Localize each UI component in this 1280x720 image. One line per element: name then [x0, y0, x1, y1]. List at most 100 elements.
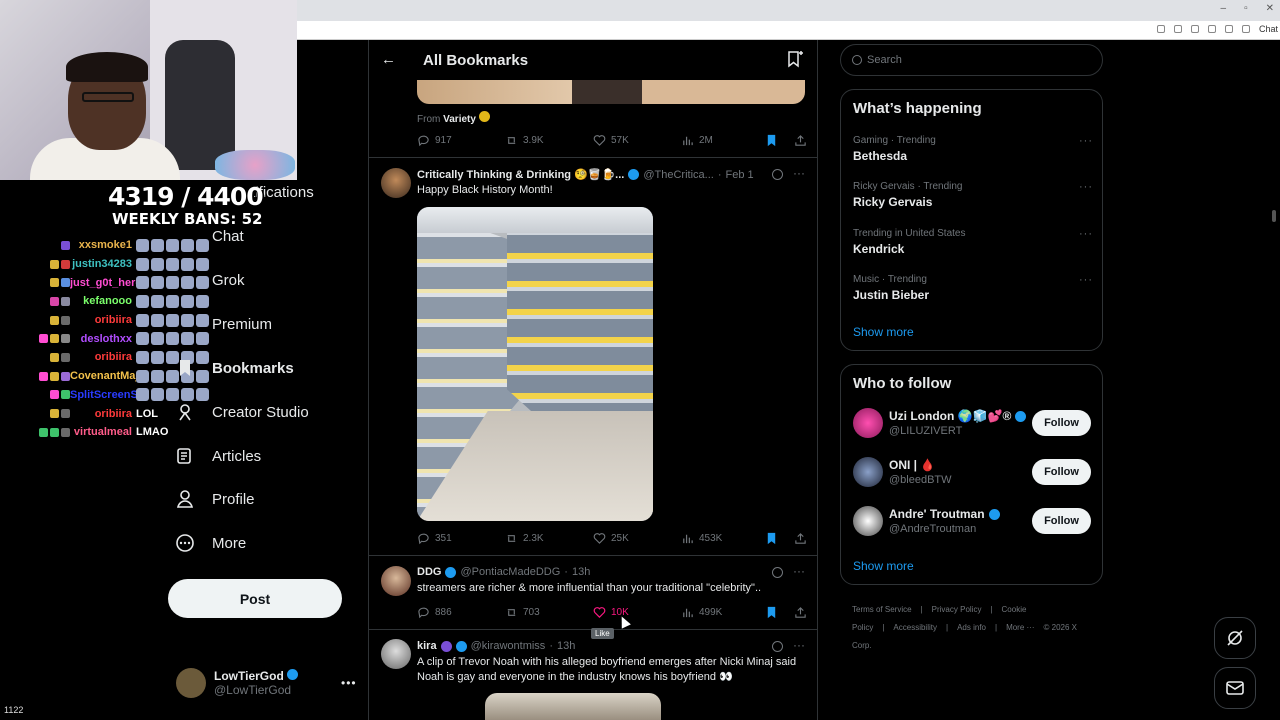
grok-icon[interactable] — [772, 641, 783, 652]
account-more-icon[interactable]: ••• — [341, 676, 357, 690]
chat-badge-icon — [61, 390, 70, 400]
from-name[interactable]: Variety — [443, 114, 476, 125]
window-controls[interactable]: – ▫ ✕ — [1221, 3, 1275, 14]
affiliate-badge-icon — [440, 640, 452, 652]
follow-suggestion[interactable]: Andre' Troutman @AndreTroutman Follow — [853, 506, 1093, 538]
share-icon[interactable] — [794, 606, 807, 619]
chat-emote-icon — [136, 294, 149, 308]
bookmark-filled-icon[interactable] — [765, 134, 778, 147]
views-button[interactable]: 453K — [681, 532, 769, 545]
scrollbar-thumb[interactable] — [1272, 210, 1276, 222]
tweet-image[interactable] — [417, 207, 653, 521]
sub-goal-counter: 4319 / 4400 — [108, 182, 264, 211]
extension-icon[interactable] — [1157, 25, 1165, 33]
avatar[interactable] — [853, 506, 883, 536]
share-icon[interactable] — [794, 134, 807, 147]
zoom-icon[interactable] — [1174, 25, 1182, 33]
nav-creator-studio[interactable]: Creator Studio — [175, 402, 309, 422]
star-icon[interactable] — [1208, 25, 1216, 33]
search-input[interactable]: Search — [840, 44, 1103, 76]
trend-item[interactable]: Music · Trending Justin Bieber ··· — [853, 274, 1093, 302]
address-bar[interactable]: Chat — [297, 21, 1280, 40]
account-switcher[interactable]: LowTierGod @LowTierGod — [176, 668, 356, 698]
share-icon[interactable] — [794, 532, 807, 545]
reply-button[interactable]: 917 — [417, 134, 505, 147]
avatar[interactable] — [381, 168, 411, 198]
share-icon[interactable] — [1191, 25, 1199, 33]
tweet-separator: · — [717, 168, 722, 181]
footer-link[interactable]: Terms of Service — [852, 605, 912, 614]
repost-icon — [507, 534, 516, 542]
browser-toolbar-icons[interactable] — [1157, 25, 1250, 33]
previous-tweet-media[interactable] — [417, 80, 805, 104]
tweet-more-icon[interactable]: ··· — [793, 166, 805, 180]
repost-button[interactable]: 703 — [505, 606, 593, 619]
grok-icon[interactable] — [772, 169, 783, 180]
follow-button[interactable]: Follow — [1032, 508, 1091, 534]
footer-link[interactable]: More ··· — [1006, 623, 1034, 632]
trend-item[interactable]: Gaming · Trending Bethesda ··· — [853, 135, 1093, 163]
tweet-more-icon[interactable]: ··· — [793, 638, 805, 652]
trend-item[interactable]: Ricky Gervais · Trending Ricky Gervais ··· — [853, 181, 1093, 209]
minimize-icon[interactable]: – — [1221, 3, 1227, 14]
trend-more-icon[interactable]: ··· — [1079, 228, 1093, 240]
tweet-author-handle[interactable]: @kirawontmiss — [471, 640, 546, 652]
reload-icon[interactable] — [1225, 25, 1233, 33]
reply-count: 351 — [435, 532, 452, 544]
follow-button[interactable]: Follow — [1032, 410, 1091, 436]
follow-suggestion[interactable]: ONI | 🩸 @bleedBTW Follow — [853, 457, 1093, 489]
trend-more-icon[interactable]: ··· — [1079, 181, 1093, 193]
tweet-time[interactable]: Feb 1 — [725, 169, 753, 181]
menu-icon[interactable] — [1242, 25, 1250, 33]
grok-icon[interactable] — [772, 567, 783, 578]
tweet-author-handle[interactable]: @TheCritica... — [643, 169, 713, 181]
like-button[interactable]: 57K — [593, 134, 681, 147]
reply-button[interactable]: 351 — [417, 532, 505, 545]
trend-item[interactable]: Trending in United States Kendrick ··· — [853, 228, 1093, 256]
tweet-author-handle[interactable]: @PontiacMadeDDG — [460, 566, 560, 578]
repost-button[interactable]: 2.3K — [505, 532, 593, 545]
tweet-more-icon[interactable]: ··· — [793, 564, 805, 578]
trend-more-icon[interactable]: ··· — [1079, 135, 1093, 147]
nav-profile[interactable]: Profile — [175, 489, 255, 509]
avatar[interactable] — [853, 457, 883, 487]
footer-link[interactable]: Accessibility — [893, 623, 937, 632]
like-button[interactable]: 10K — [593, 606, 681, 619]
avatar[interactable] — [853, 408, 883, 438]
nav-bookmarks[interactable]: Bookmarks — [175, 358, 294, 378]
browser-chat-button[interactable]: Chat — [1259, 24, 1278, 34]
chat-emote-icon — [196, 313, 209, 327]
bookmark-filled-icon[interactable] — [765, 532, 778, 545]
follow-show-more-link[interactable]: Show more — [853, 559, 914, 573]
follow-button[interactable]: Follow — [1032, 459, 1091, 485]
trends-show-more-link[interactable]: Show more — [853, 325, 914, 339]
tweet-time[interactable]: 13h — [572, 566, 590, 578]
back-arrow-icon[interactable]: ← — [381, 51, 396, 68]
bookmark-filled-icon[interactable] — [765, 606, 778, 619]
footer-link[interactable]: Privacy Policy — [932, 605, 982, 614]
bookmark-folder-add-icon[interactable] — [786, 50, 804, 68]
reply-button[interactable]: 886 — [417, 606, 505, 619]
repost-button[interactable]: 3.9K — [505, 134, 593, 147]
nav-more[interactable]: More — [175, 533, 246, 553]
close-icon[interactable]: ✕ — [1266, 3, 1274, 14]
tweet-video-thumbnail[interactable] — [485, 693, 661, 720]
views-count: 2M — [699, 134, 713, 146]
messages-float-button[interactable] — [1214, 667, 1256, 709]
trend-more-icon[interactable]: ··· — [1079, 274, 1093, 286]
nav-articles[interactable]: Articles — [175, 446, 261, 466]
tweet-author-name[interactable]: DDG — [417, 566, 441, 578]
restore-icon[interactable]: ▫ — [1244, 3, 1248, 14]
avatar[interactable] — [381, 639, 411, 669]
follow-suggestion[interactable]: Uzi London 🌍🧊💕® @LILUZIVERT Follow — [853, 408, 1093, 440]
tweet-author-name[interactable]: Critically Thinking & Drinking 🧐🥃🍺... — [417, 168, 624, 181]
views-button[interactable]: 499K — [681, 606, 769, 619]
post-button[interactable]: Post — [168, 579, 342, 618]
avatar[interactable] — [381, 566, 411, 596]
grok-float-button[interactable] — [1214, 617, 1256, 659]
views-button[interactable]: 2M — [681, 134, 769, 147]
like-button[interactable]: 25K — [593, 532, 681, 545]
tweet-author-name[interactable]: kira — [417, 640, 437, 652]
tweet-time[interactable]: 13h — [557, 640, 575, 652]
footer-link[interactable]: Ads info — [957, 623, 986, 632]
